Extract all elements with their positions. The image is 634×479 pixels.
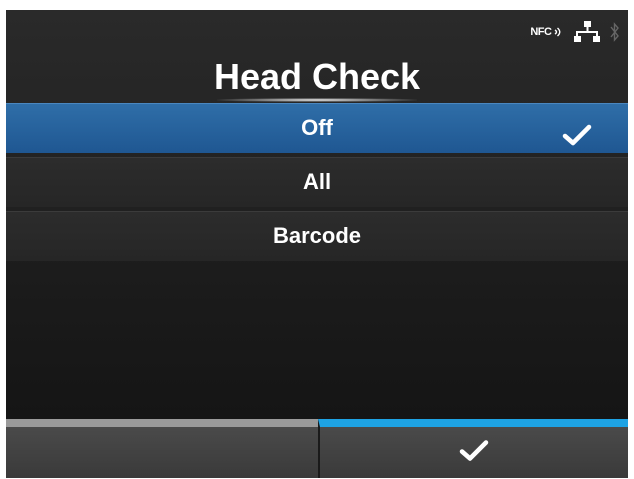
printer-lcd-screen: NFC Head Check Off All Barcode <box>6 10 628 478</box>
option-label: Barcode <box>272 223 362 248</box>
left-softkey[interactable] <box>6 419 318 478</box>
option-barcode[interactable]: Barcode <box>6 211 628 261</box>
option-list: Off All Barcode <box>6 103 628 265</box>
option-all[interactable]: All <box>6 157 628 207</box>
bluetooth-icon <box>610 21 620 43</box>
nfc-icon: NFC <box>530 26 564 38</box>
softkey-bar <box>6 419 628 478</box>
status-bar: NFC <box>530 18 620 46</box>
option-off[interactable]: Off <box>6 103 628 153</box>
network-icon <box>574 21 600 43</box>
option-label: All <box>302 169 332 194</box>
option-label: Off <box>301 115 333 140</box>
confirm-softkey[interactable] <box>318 419 628 478</box>
check-icon <box>459 438 489 467</box>
page-title: Head Check <box>213 56 421 97</box>
title-underline-glow <box>217 98 417 102</box>
nfc-label: NFC <box>530 25 552 38</box>
